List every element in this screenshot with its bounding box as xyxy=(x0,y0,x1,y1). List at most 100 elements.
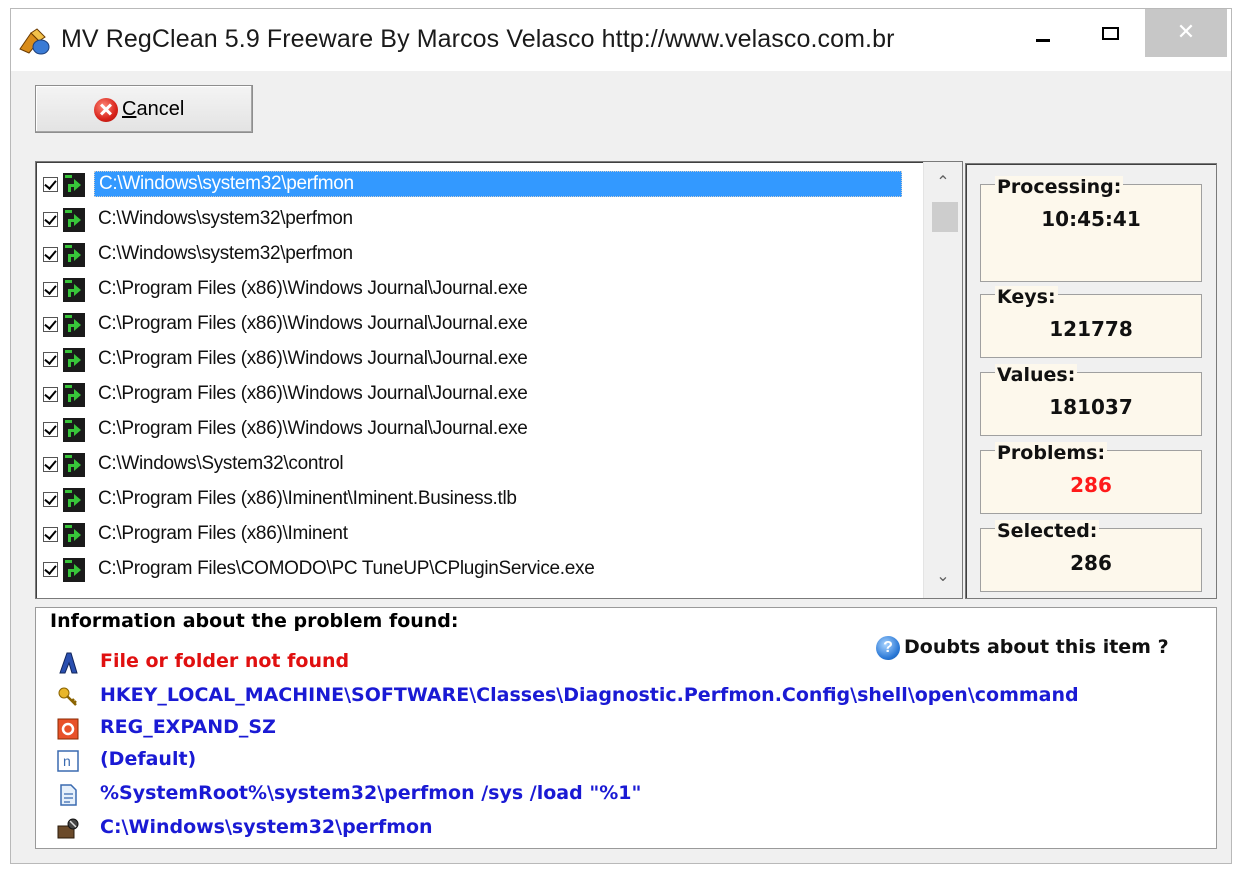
item-path: C:\Program Files (x86)\Windows Journal\J… xyxy=(98,278,528,299)
shortcut-arrow-icon xyxy=(62,382,86,408)
info-key-line: HKEY_LOCAL_MACHINE\SOFTWARE\Classes\Diag… xyxy=(56,682,1206,712)
maximize-button[interactable] xyxy=(1077,9,1139,55)
processing-label: Processing: xyxy=(995,176,1124,198)
item-checkbox[interactable] xyxy=(43,317,58,332)
problem-type-icon xyxy=(59,652,78,674)
info-key: HKEY_LOCAL_MACHINE\SOFTWARE\Classes\Diag… xyxy=(100,684,1079,706)
problems-label: Problems: xyxy=(995,442,1108,464)
selected-value: 286 xyxy=(1070,551,1112,575)
item-path: C:\Program Files (x86)\Windows Journal\J… xyxy=(98,383,528,404)
scroll-up-icon[interactable]: ⌃ xyxy=(924,166,962,200)
list-item[interactable]: C:\Program Files (x86)\Windows Journal\J… xyxy=(36,273,924,308)
item-path: C:\Windows\System32\control xyxy=(98,453,344,474)
list-item[interactable]: C:\Program Files (x86)\Windows Journal\J… xyxy=(36,343,924,378)
info-name: (Default) xyxy=(100,748,197,770)
info-problem: File or folder not found xyxy=(100,650,350,672)
registry-key-icon xyxy=(58,687,77,706)
item-path: C:\Program Files (x86)\Windows Journal\J… xyxy=(98,348,528,369)
shortcut-arrow-icon xyxy=(62,417,86,443)
list-item[interactable]: C:\Program Files (x86)\Windows Journal\J… xyxy=(36,308,924,343)
list-item[interactable]: C:\Program Files (x86)\Iminent\Iminent.B… xyxy=(36,483,924,518)
shortcut-arrow-icon xyxy=(62,312,86,338)
scroll-down-icon[interactable]: ⌄ xyxy=(924,560,962,594)
item-checkbox[interactable] xyxy=(43,177,58,192)
values-group: Values: 181037 xyxy=(980,364,1202,436)
problem-info-panel: Information about the problem found: ? D… xyxy=(35,607,1217,849)
list-item[interactable]: C:\Windows\system32\perfmon xyxy=(36,238,924,273)
info-name-line: n (Default) xyxy=(56,746,1206,776)
value-name-icon: n xyxy=(57,750,79,772)
info-target: C:\Windows\system32\perfmon xyxy=(100,816,433,838)
list-item[interactable]: C:\Program Files (x86)\Windows Journal\J… xyxy=(36,413,924,448)
info-problem-line: File or folder not found xyxy=(56,648,1206,678)
processing-group: Processing: 10:45:41 xyxy=(980,176,1202,282)
values-value: 181037 xyxy=(1049,395,1133,419)
shortcut-arrow-icon xyxy=(62,487,86,513)
target-path-icon xyxy=(57,818,79,839)
shortcut-arrow-icon xyxy=(62,207,86,233)
info-data-line: %SystemRoot%\system32\perfmon /sys /load… xyxy=(56,780,1206,810)
scroll-thumb[interactable] xyxy=(932,202,958,232)
list-item[interactable]: C:\Windows\System32\control xyxy=(36,448,924,483)
shortcut-arrow-icon xyxy=(62,347,86,373)
item-checkbox[interactable] xyxy=(43,247,58,262)
item-checkbox[interactable] xyxy=(43,352,58,367)
item-path: C:\Program Files (x86)\Windows Journal\J… xyxy=(98,418,528,439)
list-item[interactable]: C:\Program Files\COMODO\PC TuneUP\CPlugi… xyxy=(36,553,924,588)
item-checkbox[interactable] xyxy=(43,387,58,402)
regclean-app-icon xyxy=(19,28,50,55)
cancel-button[interactable]: Cancel xyxy=(35,85,253,133)
shortcut-arrow-icon xyxy=(62,557,86,583)
title-bar[interactable]: MV RegClean 5.9 Freeware By Marcos Velas… xyxy=(11,9,1231,71)
item-checkbox[interactable] xyxy=(43,212,58,227)
shortcut-arrow-icon xyxy=(62,277,86,303)
stats-panel: Processing: 10:45:41 Keys: 121778 Values… xyxy=(965,163,1217,599)
item-checkbox[interactable] xyxy=(43,492,58,507)
selected-label: Selected: xyxy=(995,520,1100,542)
item-path: C:\Windows\system32\perfmon xyxy=(98,243,353,264)
item-path: C:\Windows\system32\perfmon xyxy=(98,208,353,229)
info-type-line: REG_EXPAND_SZ xyxy=(56,714,1206,744)
info-type: REG_EXPAND_SZ xyxy=(100,716,276,738)
close-button[interactable]: ✕ xyxy=(1145,9,1227,57)
info-panel-title: Information about the problem found: xyxy=(50,610,463,632)
selected-group: Selected: 286 xyxy=(980,520,1202,592)
list-item[interactable]: C:\Windows\system32\perfmon xyxy=(36,168,924,203)
item-checkbox[interactable] xyxy=(43,562,58,577)
item-path: C:\Program Files (x86)\Iminent\Iminent.B… xyxy=(98,488,517,509)
problems-list[interactable]: C:\Windows\system32\perfmon C:\Windows\sy… xyxy=(35,161,963,599)
processing-value: 10:45:41 xyxy=(1041,207,1141,231)
registry-value-type-icon xyxy=(57,718,79,740)
item-checkbox[interactable] xyxy=(43,457,58,472)
problems-list-items: C:\Windows\system32\perfmon C:\Windows\sy… xyxy=(36,162,924,598)
cancel-icon xyxy=(94,98,118,122)
list-item[interactable]: C:\Windows\system32\perfmon xyxy=(36,203,924,238)
item-path: C:\Program Files (x86)\Iminent xyxy=(98,523,348,544)
item-checkbox[interactable] xyxy=(43,282,58,297)
item-path: C:\Windows\system32\perfmon xyxy=(94,171,902,197)
list-item[interactable]: C:\Program Files (x86)\Iminent xyxy=(36,518,924,553)
item-path: C:\Program Files\COMODO\PC TuneUP\CPlugi… xyxy=(98,558,595,579)
problems-group: Problems: 286 xyxy=(980,442,1202,514)
shortcut-arrow-icon xyxy=(62,172,86,198)
value-data-icon xyxy=(60,784,77,806)
minimize-button[interactable] xyxy=(1022,9,1068,55)
keys-label: Keys: xyxy=(995,286,1058,308)
list-item[interactable]: C:\Program Files (x86)\Windows Journal\J… xyxy=(36,378,924,413)
problems-value: 286 xyxy=(1070,473,1112,497)
item-checkbox[interactable] xyxy=(43,527,58,542)
keys-value: 121778 xyxy=(1049,317,1133,341)
info-data: %SystemRoot%\system32\perfmon /sys /load… xyxy=(100,782,642,804)
values-label: Values: xyxy=(995,364,1078,386)
close-icon: ✕ xyxy=(1176,19,1196,44)
cancel-button-label: Cancel xyxy=(122,98,185,120)
vertical-scrollbar[interactable]: ⌃ ⌄ xyxy=(923,162,962,598)
info-target-line: C:\Windows\system32\perfmon xyxy=(56,814,1206,844)
main-window: MV RegClean 5.9 Freeware By Marcos Velas… xyxy=(10,8,1232,864)
shortcut-arrow-icon xyxy=(62,242,86,268)
svg-text:n: n xyxy=(63,753,71,769)
keys-group: Keys: 121778 xyxy=(980,286,1202,358)
shortcut-arrow-icon xyxy=(62,522,86,548)
shortcut-arrow-icon xyxy=(62,452,86,478)
item-checkbox[interactable] xyxy=(43,422,58,437)
